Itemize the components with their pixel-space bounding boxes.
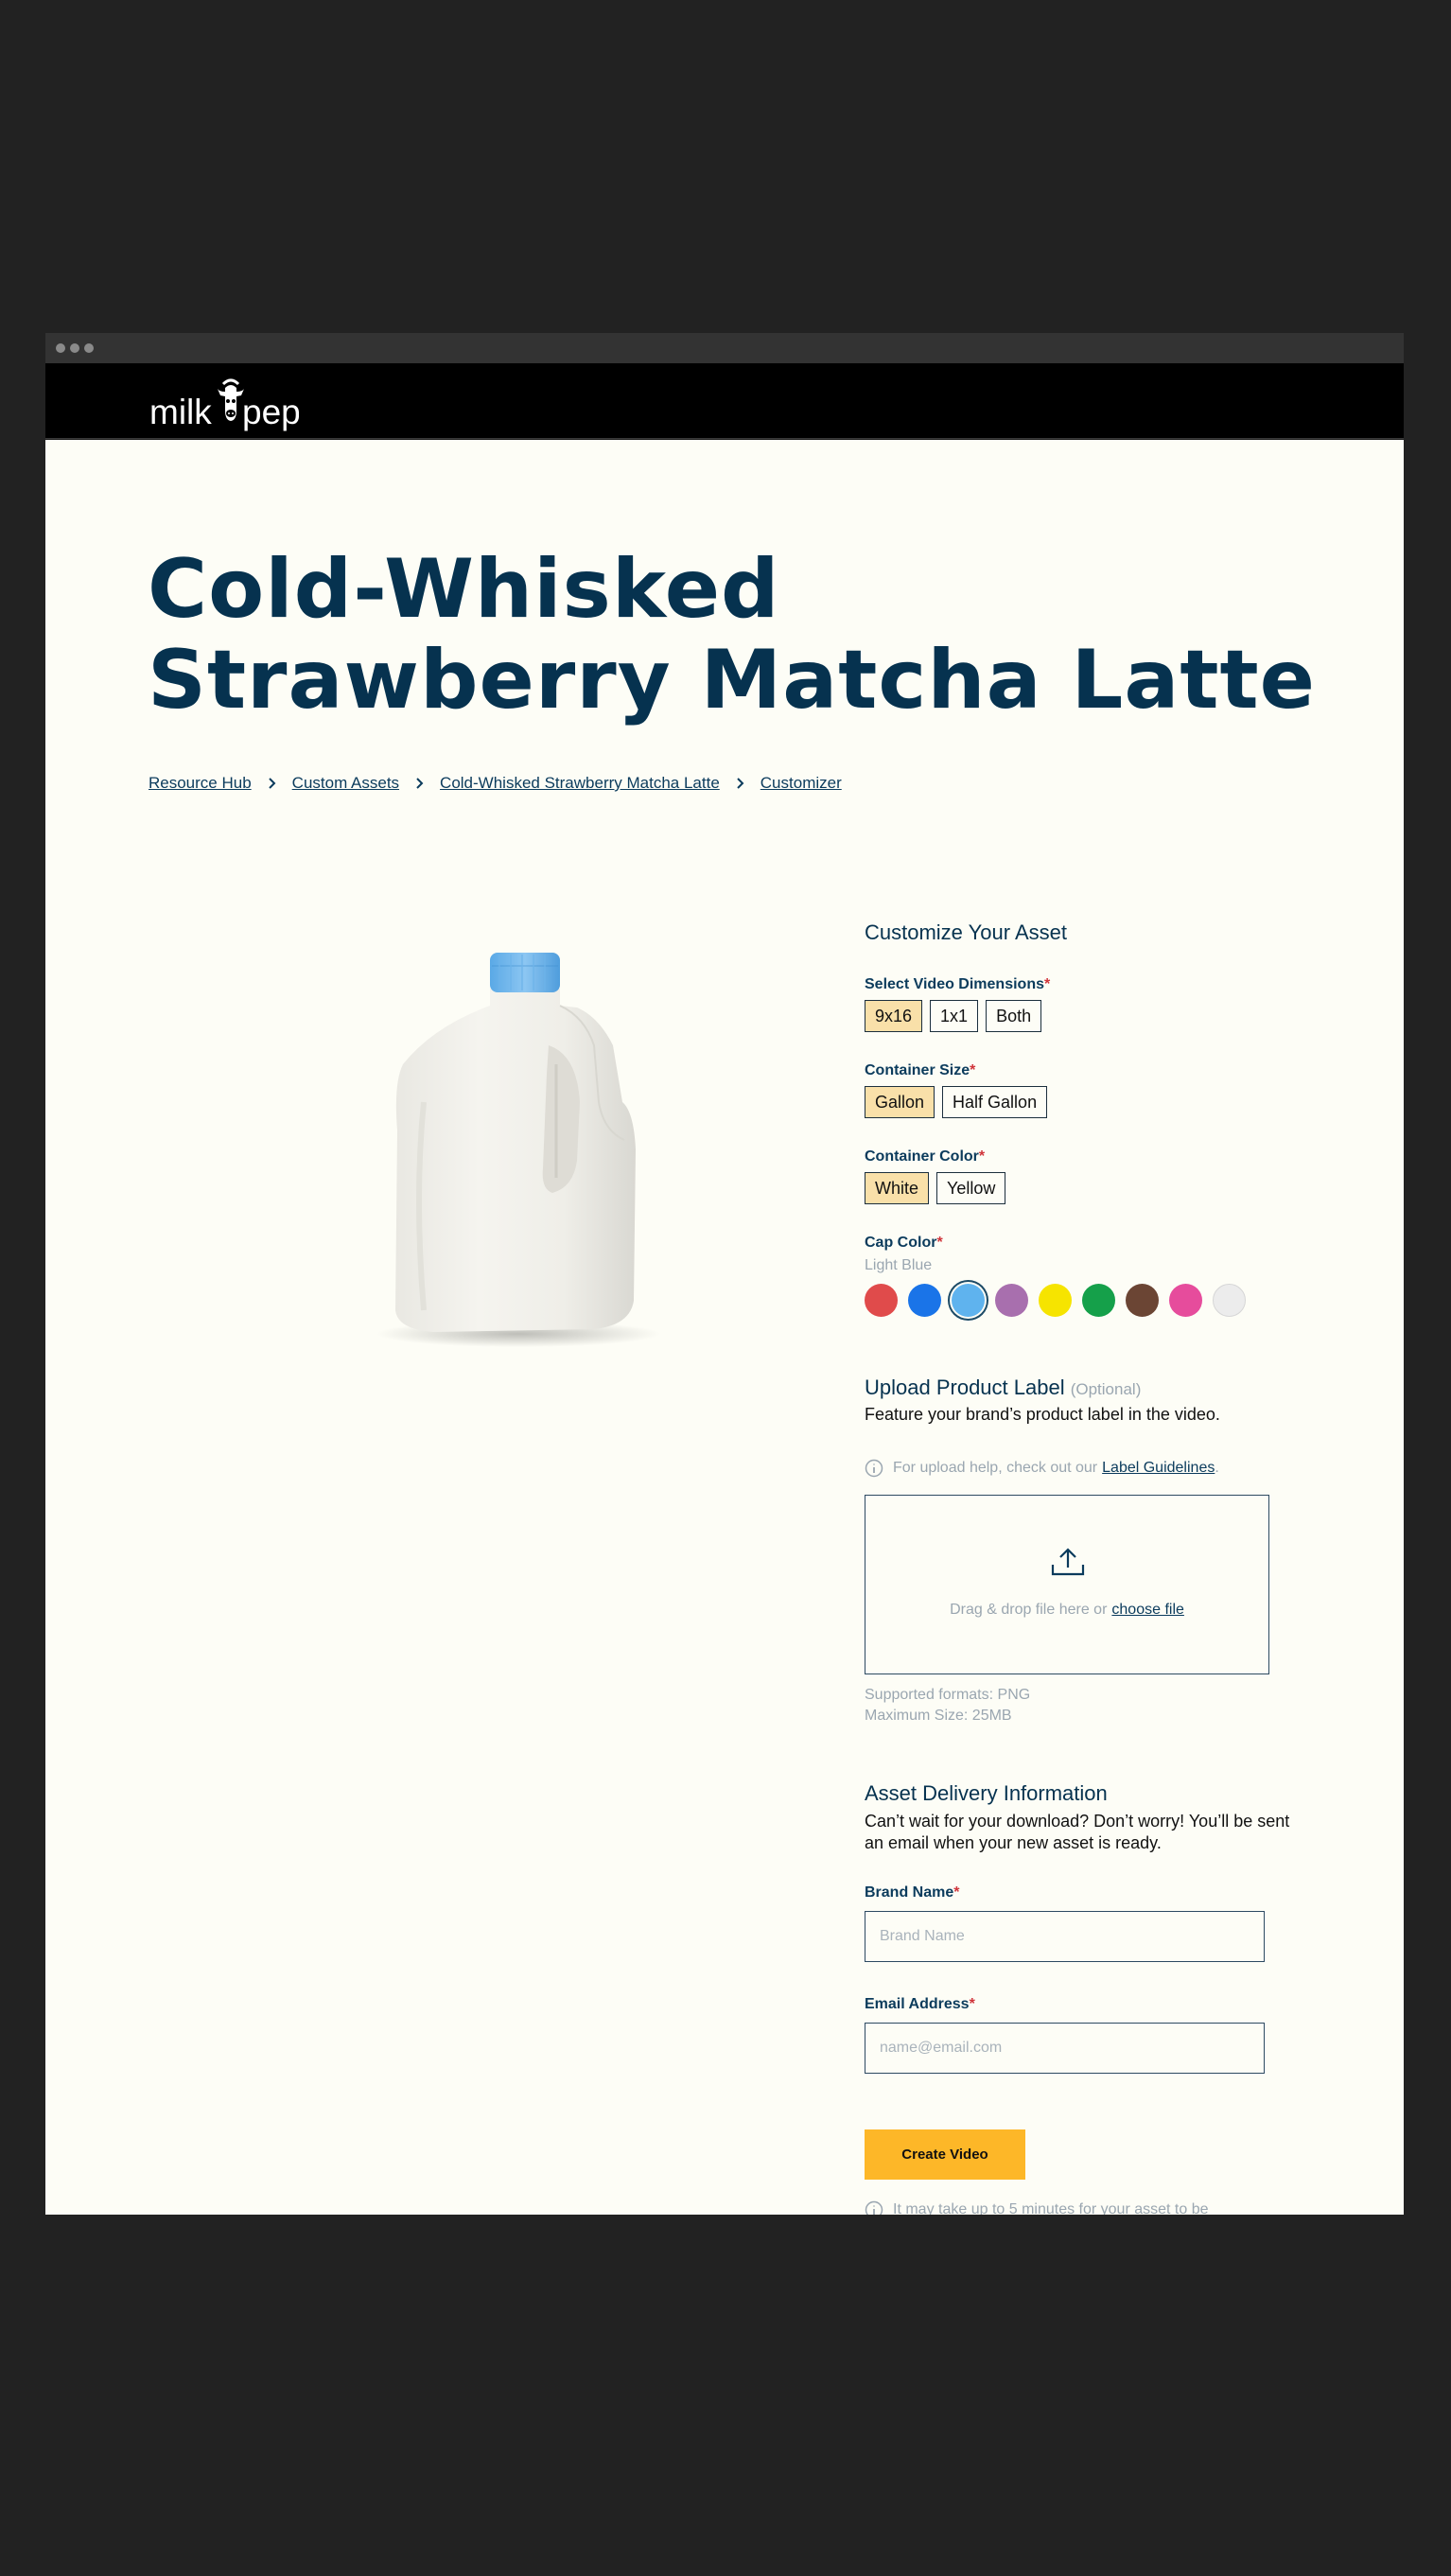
breadcrumb-product[interactable]: Cold-Whisked Strawberry Matcha Latte bbox=[440, 774, 720, 793]
breadcrumb: Resource Hub Custom Assets Cold-Whisked … bbox=[149, 772, 842, 795]
container-size-options: Gallon Half Gallon bbox=[865, 1086, 1048, 1118]
delivery-note: It may take up to 5 minutes for your ass… bbox=[865, 2200, 1209, 2215]
delivery-heading: Asset Delivery Information bbox=[865, 1781, 1108, 1805]
upload-formats: Supported formats: PNG Maximum Size: 25M… bbox=[865, 1685, 1030, 1726]
container-color-label: Container Color* bbox=[865, 1148, 986, 1165]
svg-text:pep: pep bbox=[242, 393, 299, 431]
chevron-right-icon bbox=[737, 778, 744, 789]
milk-jug-image bbox=[329, 913, 689, 1367]
delivery-description: Can’t wait for your download? Don’t worr… bbox=[865, 1812, 1290, 1852]
option-white[interactable]: White bbox=[865, 1172, 930, 1204]
label-guidelines-link[interactable]: Label Guidelines bbox=[1102, 1460, 1215, 1477]
choose-file-link[interactable]: choose file bbox=[1111, 1602, 1184, 1618]
info-icon bbox=[865, 2200, 883, 2215]
browser-window: milk pep Cold-Whisked Strawberry Matcha … bbox=[45, 333, 1404, 2215]
cap-color-swatch[interactable] bbox=[952, 1284, 985, 1317]
cap-color-swatch[interactable] bbox=[995, 1284, 1028, 1317]
cap-color-swatch[interactable] bbox=[1213, 1284, 1246, 1317]
window-minimize-dot[interactable] bbox=[70, 343, 79, 353]
email-label: Email Address* bbox=[865, 1996, 975, 2012]
breadcrumb-customizer[interactable]: Customizer bbox=[760, 774, 842, 793]
container-size-label: Container Size* bbox=[865, 1062, 976, 1078]
upload-description: Feature your brand’s product label in th… bbox=[865, 1405, 1220, 1424]
option-half-gallon[interactable]: Half Gallon bbox=[942, 1086, 1048, 1118]
video-dimensions-options: 9x16 1x1 Both bbox=[865, 1000, 1042, 1032]
file-dropzone[interactable]: Drag & drop file here or choose file bbox=[865, 1495, 1269, 1674]
chevron-right-icon bbox=[268, 778, 276, 789]
cap-color-swatch[interactable] bbox=[1126, 1284, 1159, 1317]
option-both[interactable]: Both bbox=[986, 1000, 1042, 1032]
page-title: Cold-Whisked Strawberry Matcha Latte bbox=[148, 542, 1316, 727]
email-input[interactable] bbox=[865, 2023, 1265, 2074]
upload-heading: Upload Product Label (Optional) bbox=[865, 1376, 1142, 1399]
create-video-button[interactable]: Create Video bbox=[865, 2129, 1025, 2180]
page-content: Cold-Whisked Strawberry Matcha Latte Res… bbox=[45, 440, 1404, 2215]
upload-icon bbox=[1051, 1548, 1085, 1576]
brand-name-input[interactable] bbox=[865, 1911, 1265, 1962]
cap-color-swatch[interactable] bbox=[908, 1284, 941, 1317]
maximum-size: Maximum Size: 25MB bbox=[865, 1708, 1012, 1724]
site-header: milk pep bbox=[45, 363, 1404, 439]
chevron-right-icon bbox=[416, 778, 424, 789]
svg-text:milk: milk bbox=[149, 393, 212, 431]
supported-formats: Supported formats: PNG bbox=[865, 1687, 1031, 1703]
cap-color-swatches bbox=[865, 1284, 1246, 1317]
video-dimensions-label: Select Video Dimensions* bbox=[865, 976, 1051, 992]
breadcrumb-custom-assets[interactable]: Custom Assets bbox=[292, 774, 399, 793]
cap-color-label: Cap Color* bbox=[865, 1235, 943, 1251]
cap-color-swatch[interactable] bbox=[1039, 1284, 1072, 1317]
cap-color-swatch[interactable] bbox=[1082, 1284, 1115, 1317]
container-color-options: White Yellow bbox=[865, 1172, 1006, 1204]
option-9x16[interactable]: 9x16 bbox=[865, 1000, 923, 1032]
info-icon bbox=[865, 1459, 883, 1478]
option-1x1[interactable]: 1x1 bbox=[930, 1000, 979, 1032]
window-titlebar bbox=[45, 333, 1404, 363]
cap-color-swatch[interactable] bbox=[865, 1284, 898, 1317]
dropzone-text: Drag & drop file here or choose file bbox=[950, 1602, 1184, 1618]
window-close-dot[interactable] bbox=[56, 343, 65, 353]
upload-help: For upload help, check out our Label Guid… bbox=[865, 1459, 1219, 1478]
brand-name-label: Brand Name* bbox=[865, 1884, 960, 1901]
option-gallon[interactable]: Gallon bbox=[865, 1086, 935, 1118]
cap-color-selected-name: Light Blue bbox=[865, 1257, 933, 1273]
cap-color-swatch[interactable] bbox=[1169, 1284, 1202, 1317]
window-maximize-dot[interactable] bbox=[84, 343, 94, 353]
breadcrumb-resource-hub[interactable]: Resource Hub bbox=[149, 774, 252, 793]
option-yellow[interactable]: Yellow bbox=[936, 1172, 1006, 1204]
milkpep-logo[interactable]: milk pep bbox=[148, 371, 301, 433]
customize-heading: Customize Your Asset bbox=[865, 920, 1068, 944]
